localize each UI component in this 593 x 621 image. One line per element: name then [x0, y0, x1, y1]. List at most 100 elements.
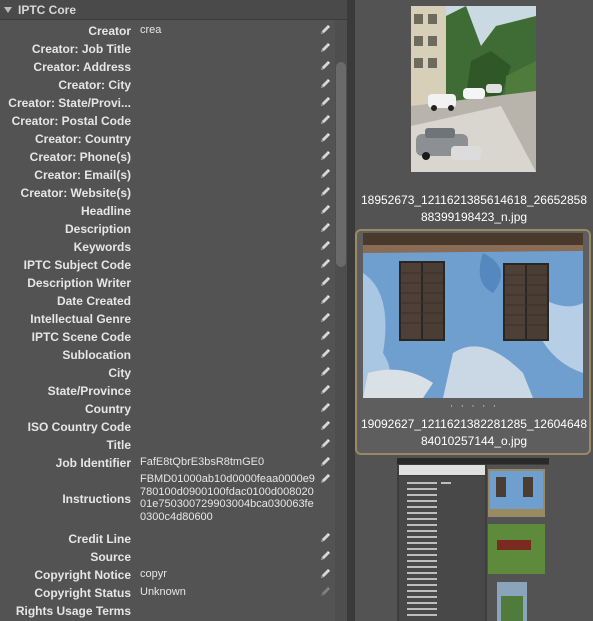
- metadata-row: Creator: Job Title: [0, 38, 335, 56]
- metadata-row: Country: [0, 398, 335, 416]
- metadata-row: Sublocation: [0, 344, 335, 362]
- field-label: Creator: Country: [34, 132, 131, 146]
- field-value[interactable]: copyr: [140, 568, 315, 581]
- field-label: Creator: Job Title: [31, 42, 131, 56]
- thumbnail-image-street[interactable]: [411, 6, 536, 172]
- thumbnail-image-blue-wall[interactable]: [363, 233, 583, 398]
- field-label: Rights Usage Terms: [15, 604, 131, 618]
- metadata-row: IPTC Scene Code: [0, 326, 335, 344]
- metadata-row: Creator: Postal Code: [0, 110, 335, 128]
- metadata-row: Credit Line: [0, 528, 335, 546]
- pencil-edit-icon[interactable]: [319, 347, 331, 359]
- pencil-edit-icon[interactable]: [319, 77, 331, 89]
- field-label: Creator: Website(s): [20, 186, 131, 200]
- pencil-edit-icon[interactable]: [319, 549, 331, 561]
- pencil-edit-icon[interactable]: [319, 203, 331, 215]
- triangle-down-icon[interactable]: [4, 6, 12, 13]
- metadata-row: Creator: Address: [0, 56, 335, 74]
- pencil-edit-icon[interactable]: [319, 585, 331, 597]
- field-label: Country: [85, 402, 131, 416]
- field-label: Description: [64, 222, 131, 236]
- pencil-edit-icon[interactable]: [319, 437, 331, 449]
- iptc-core-section-header[interactable]: IPTC Core: [0, 0, 347, 20]
- thumbnail-image-screenshot[interactable]: [397, 458, 549, 621]
- pencil-edit-icon[interactable]: [319, 23, 331, 35]
- metadata-row: Creator: State/Provi...: [0, 92, 335, 110]
- pencil-edit-icon[interactable]: [319, 383, 331, 395]
- field-label: Creator: State/Provi...: [8, 96, 131, 110]
- metadata-row: Description: [0, 218, 335, 236]
- metadata-row: Copyright Status Unknown: [0, 582, 335, 600]
- field-label: Source: [90, 550, 131, 564]
- pencil-edit-icon[interactable]: [319, 329, 331, 341]
- field-label: Copyright Notice: [34, 568, 131, 582]
- field-label: Creator: [88, 24, 131, 38]
- metadata-row: Creator crea: [0, 20, 335, 38]
- metadata-row: Creator: Website(s): [0, 182, 335, 200]
- pencil-edit-icon[interactable]: [319, 149, 331, 161]
- pencil-edit-icon[interactable]: [319, 167, 331, 179]
- field-label: Creator: Email(s): [34, 168, 131, 182]
- field-label: Intellectual Genre: [30, 312, 131, 326]
- field-label: Job Identifier: [55, 456, 131, 470]
- field-value[interactable]: Unknown: [140, 586, 315, 599]
- field-value[interactable]: FafE8tQbrE3bsR8tmGE0: [140, 456, 315, 469]
- field-label: Date Created: [56, 294, 131, 308]
- metadata-field-list: Creator crea Creator: Job Title Creator: Ad…: [0, 20, 335, 618]
- field-label: Sublocation: [62, 348, 131, 362]
- metadata-row: Title: [0, 434, 335, 452]
- field-label: Title: [106, 438, 131, 452]
- field-label: IPTC Subject Code: [23, 258, 131, 272]
- field-label: Creator: Phone(s): [29, 150, 131, 164]
- field-label: State/Province: [47, 384, 131, 398]
- pencil-edit-icon[interactable]: [319, 41, 331, 53]
- metadata-row: Creator: City: [0, 74, 335, 92]
- field-label: Creator: Postal Code: [11, 114, 131, 128]
- pencil-edit-icon[interactable]: [319, 293, 331, 305]
- pencil-edit-icon[interactable]: [319, 365, 331, 377]
- pencil-edit-icon[interactable]: [319, 185, 331, 197]
- pencil-edit-icon[interactable]: [319, 221, 331, 233]
- pencil-edit-icon[interactable]: [319, 275, 331, 287]
- metadata-row: Creator: Country: [0, 128, 335, 146]
- metadata-row: Job Identifier FafE8tQbrE3bsR8tmGE0: [0, 452, 335, 470]
- pencil-edit-icon[interactable]: [319, 472, 331, 484]
- field-label: Creator: City: [58, 78, 131, 92]
- section-title: IPTC Core: [18, 2, 77, 17]
- pencil-edit-icon[interactable]: [319, 567, 331, 579]
- pencil-edit-icon[interactable]: [319, 531, 331, 543]
- pencil-edit-icon[interactable]: [319, 59, 331, 71]
- metadata-row: Keywords: [0, 236, 335, 254]
- field-label: Creator: Address: [33, 60, 131, 74]
- metadata-row: Rights Usage Terms: [0, 600, 335, 618]
- field-value[interactable]: FBMD01000ab10d0000feaa0000e9780100d09001…: [140, 473, 315, 523]
- metadata-row: Creator: Email(s): [0, 164, 335, 182]
- pencil-edit-icon[interactable]: [319, 257, 331, 269]
- pencil-edit-icon[interactable]: [319, 239, 331, 251]
- field-label: IPTC Scene Code: [31, 330, 131, 344]
- field-label: Credit Line: [68, 532, 131, 546]
- pencil-edit-icon[interactable]: [319, 113, 331, 125]
- rating-dots[interactable]: · · · · ·: [358, 400, 590, 412]
- field-value[interactable]: crea: [140, 24, 315, 37]
- pencil-edit-icon[interactable]: [319, 455, 331, 467]
- pencil-edit-icon[interactable]: [319, 401, 331, 413]
- metadata-scroll-thumb[interactable]: [336, 62, 346, 267]
- metadata-row: Instructions FBMD01000ab10d0000feaa0000e9…: [0, 470, 335, 528]
- pencil-edit-icon[interactable]: [319, 419, 331, 431]
- pencil-edit-icon[interactable]: [319, 311, 331, 323]
- metadata-row: City: [0, 362, 335, 380]
- metadata-row: Description Writer: [0, 272, 335, 290]
- field-label: Headline: [80, 204, 131, 218]
- pencil-edit-icon[interactable]: [319, 131, 331, 143]
- thumbnail-caption-selected: 19092627_1211621382281285_12604648840102…: [360, 417, 588, 448]
- metadata-row: IPTC Subject Code: [0, 254, 335, 272]
- field-label: Instructions: [62, 492, 131, 506]
- metadata-row: State/Province: [0, 380, 335, 398]
- metadata-row: Intellectual Genre: [0, 308, 335, 326]
- panel-divider[interactable]: [347, 0, 355, 621]
- metadata-row: ISO Country Code: [0, 416, 335, 434]
- field-label: Copyright Status: [34, 586, 131, 600]
- metadata-row: Creator: Phone(s): [0, 146, 335, 164]
- pencil-edit-icon[interactable]: [319, 95, 331, 107]
